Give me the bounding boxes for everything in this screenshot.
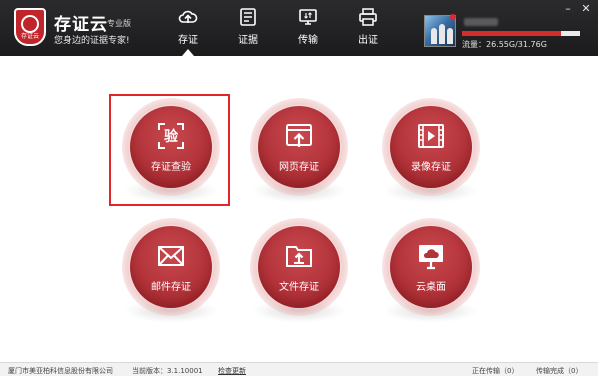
document-list-icon bbox=[240, 8, 256, 26]
main-panel: 验 存证查验 网页存证 录像存证 邮件存证 文件存证 云桌面 bbox=[0, 56, 598, 362]
app-name: 存证云 bbox=[54, 15, 108, 35]
transfer-icon bbox=[299, 9, 317, 25]
printer-icon bbox=[359, 8, 377, 26]
title-bar: 存证云 存证云 专业版 您身边的证据专家! 存证 证据 传输 出证 流量：26.… bbox=[0, 0, 598, 56]
tile-file-evidence[interactable]: 文件存证 bbox=[244, 218, 354, 328]
tile-label: 邮件存证 bbox=[151, 282, 191, 293]
folder-upload-icon bbox=[286, 246, 312, 267]
tab-label: 证据 bbox=[238, 35, 258, 46]
app-edition: 专业版 bbox=[107, 19, 131, 28]
storage-usage-fill bbox=[462, 31, 561, 36]
storage-usage-bar bbox=[462, 31, 580, 36]
tab-zhengju[interactable]: 证据 bbox=[220, 0, 276, 48]
selection-highlight bbox=[109, 94, 230, 206]
tab-chuanshu[interactable]: 传输 bbox=[280, 0, 336, 48]
notification-dot bbox=[450, 14, 456, 20]
app-logo: 存证云 bbox=[14, 8, 46, 46]
close-button[interactable]: ✕ bbox=[578, 2, 594, 16]
tile-cloud-desktop[interactable]: 云桌面 bbox=[376, 218, 486, 328]
company-name: 厦门市美亚柏科信息股份有限公司 bbox=[8, 367, 113, 375]
cloud-desktop-icon bbox=[419, 245, 443, 270]
app-slogan: 您身边的证据专家! bbox=[54, 36, 130, 46]
tile-web-evidence[interactable]: 网页存证 bbox=[244, 98, 354, 208]
tab-label: 出证 bbox=[358, 35, 378, 46]
tile-video-evidence[interactable]: 录像存证 bbox=[376, 98, 486, 208]
check-update-link[interactable]: 检查更新 bbox=[218, 366, 246, 376]
tile-mail-evidence[interactable]: 邮件存证 bbox=[116, 218, 226, 328]
tab-cunzheng[interactable]: 存证 bbox=[160, 0, 216, 56]
status-bar: 厦门市美亚柏科信息股份有限公司 当前版本：3.1.10001 检查更新 正在传输… bbox=[0, 362, 598, 376]
tab-label: 传输 bbox=[298, 35, 318, 46]
minimize-button[interactable]: – bbox=[560, 2, 576, 16]
tile-label: 文件存证 bbox=[279, 282, 319, 293]
tab-chuzheng[interactable]: 出证 bbox=[340, 0, 396, 48]
username-redacted[interactable] bbox=[464, 18, 498, 26]
tab-label: 存证 bbox=[178, 35, 198, 46]
tile-label: 录像存证 bbox=[411, 162, 451, 173]
uploading-count[interactable]: 正在传输（0） bbox=[472, 366, 518, 376]
storage-usage-text: 流量：26.55G/31.76G bbox=[462, 40, 547, 49]
completed-count[interactable]: 传输完成（0） bbox=[536, 366, 582, 376]
tile-label: 云桌面 bbox=[416, 282, 446, 293]
mail-icon bbox=[158, 246, 184, 266]
tile-label: 网页存证 bbox=[279, 162, 319, 173]
video-icon bbox=[418, 124, 444, 148]
cloud-upload-icon bbox=[178, 10, 198, 23]
version-text: 当前版本：3.1.10001 bbox=[132, 367, 203, 375]
web-capture-icon bbox=[286, 124, 312, 147]
